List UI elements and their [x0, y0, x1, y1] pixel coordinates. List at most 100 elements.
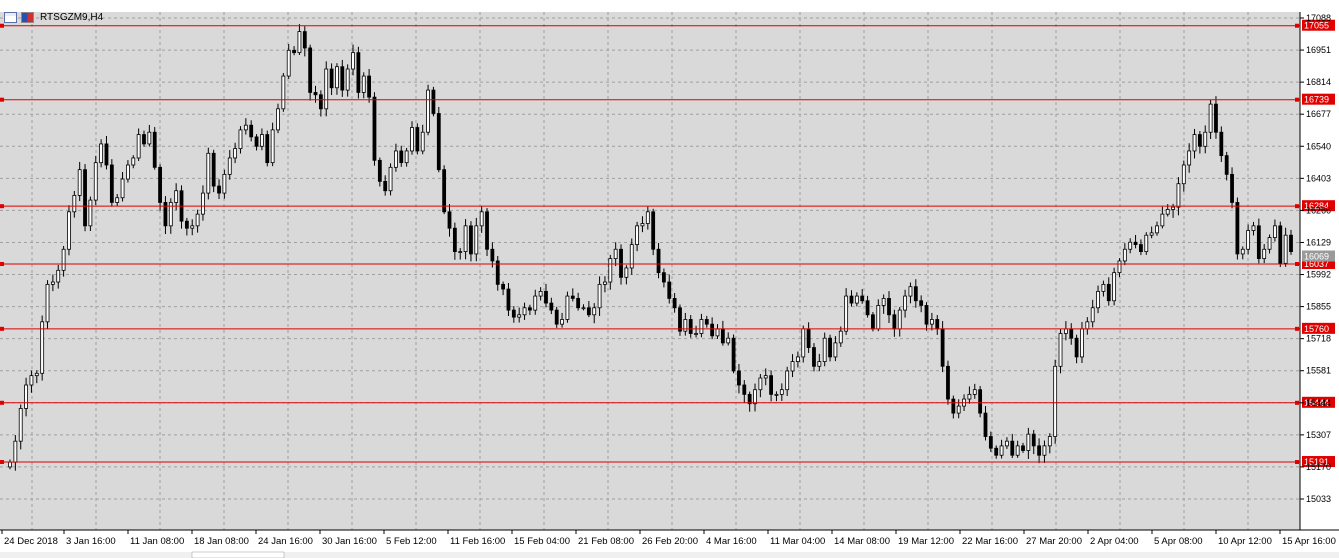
candle-body	[415, 127, 420, 152]
candle-body	[1160, 213, 1165, 227]
time-tick-label: 18 Jan 08:00	[194, 536, 249, 547]
time-tick-label: 21 Feb 08:00	[578, 536, 634, 547]
candle-body	[999, 445, 1004, 456]
candle-body	[1144, 234, 1149, 252]
candle-body	[72, 195, 77, 213]
candle-body	[120, 178, 125, 199]
candle	[1053, 359, 1058, 444]
candle	[211, 149, 216, 193]
candle	[485, 208, 489, 257]
candle-body	[1037, 445, 1041, 456]
time-tick-label: 24 Jan 16:00	[258, 536, 313, 547]
candle-body	[1090, 307, 1095, 323]
flag-icon[interactable]	[21, 11, 34, 23]
price-tick-label: 16677	[1306, 109, 1331, 119]
candle-body	[217, 185, 221, 194]
candle-body	[710, 323, 715, 337]
candle-body	[458, 251, 463, 253]
candle-body	[34, 372, 39, 377]
candle-body	[774, 393, 779, 396]
candle-body	[329, 68, 334, 89]
candle-body	[227, 157, 232, 175]
candle-body	[1251, 225, 1256, 231]
time-tick-label: 5 Feb 12:00	[386, 536, 437, 547]
candle-body	[1096, 290, 1100, 309]
candle-body	[40, 321, 45, 374]
candle-body	[581, 307, 586, 310]
candle	[415, 123, 420, 155]
candle-body	[324, 68, 329, 110]
candle	[565, 291, 570, 323]
candle-body	[126, 164, 130, 180]
candle	[651, 208, 656, 256]
candle-body	[351, 52, 355, 70]
candle-body	[769, 375, 773, 395]
candle-body	[109, 164, 114, 203]
candle-body	[522, 307, 527, 316]
candle-body	[1235, 202, 1240, 255]
price-tick-label: 16266	[1306, 205, 1331, 215]
candle	[431, 86, 436, 117]
candle-body	[452, 227, 457, 252]
candle	[356, 46, 361, 99]
level-anchor-right	[1295, 326, 1299, 331]
candle-body	[1085, 321, 1090, 330]
chart-window-icon[interactable]	[4, 11, 17, 23]
candle-body	[485, 211, 489, 250]
level-anchor-left	[0, 262, 4, 267]
candle-body	[67, 211, 71, 250]
candle-body	[431, 89, 436, 114]
candle-body	[77, 169, 82, 196]
candle-body	[1176, 183, 1181, 208]
candle-body	[779, 389, 784, 395]
candle-body	[517, 314, 522, 318]
candle-body	[903, 295, 907, 311]
chart-tab-active[interactable]	[191, 551, 285, 558]
candle-body	[560, 319, 564, 325]
time-tick-label: 15 Feb 04:00	[514, 536, 570, 547]
candle-body	[1042, 445, 1047, 456]
candle-body	[694, 333, 698, 335]
price-tick-label: 16129	[1306, 237, 1331, 247]
candle-body	[785, 370, 790, 391]
candle-body	[83, 169, 87, 227]
candle-body	[372, 96, 377, 161]
candle-body	[335, 66, 339, 89]
candle-body	[345, 68, 350, 91]
candle-body	[704, 319, 709, 325]
candle-body	[988, 436, 993, 449]
candle-body	[865, 300, 870, 316]
chart-svg[interactable]: 17055167391628416037157601544415191 1708…	[0, 0, 1339, 558]
level-anchor-left	[0, 460, 4, 465]
candle-body	[152, 131, 157, 168]
candle-body	[1197, 134, 1202, 147]
candle-body	[1053, 365, 1058, 437]
time-tick-label: 11 Feb 16:00	[450, 536, 505, 547]
level-anchor-right	[1295, 97, 1299, 102]
candle-body	[790, 361, 795, 372]
candle-body	[1122, 248, 1127, 262]
candle-body	[501, 283, 506, 290]
candle-body	[61, 248, 66, 271]
candle-body	[1047, 436, 1052, 447]
candle-body	[1015, 445, 1020, 456]
candle-body	[356, 52, 361, 93]
candle-body	[147, 131, 152, 145]
time-tick-label: 10 Apr 12:00	[1218, 536, 1272, 547]
time-tick-label: 5 Apr 08:00	[1154, 536, 1203, 547]
candle-body	[1240, 248, 1245, 255]
candle-body	[1203, 131, 1208, 147]
candle-body	[1262, 248, 1267, 260]
time-tick-label: 2 Apr 04:00	[1090, 536, 1139, 547]
candle-body	[1117, 260, 1122, 274]
candle-body	[410, 127, 414, 152]
candle-body	[243, 124, 248, 131]
chart-window[interactable]: 17055 16739 16284 16037 15760 15444 15191 1708…	[0, 0, 1339, 558]
candle-body	[18, 408, 23, 442]
candle-body	[929, 319, 934, 325]
candle-body	[426, 89, 430, 133]
candle-body	[222, 173, 227, 194]
candle-body	[881, 298, 886, 306]
candle-body	[447, 211, 452, 229]
candle-body	[1080, 328, 1084, 358]
